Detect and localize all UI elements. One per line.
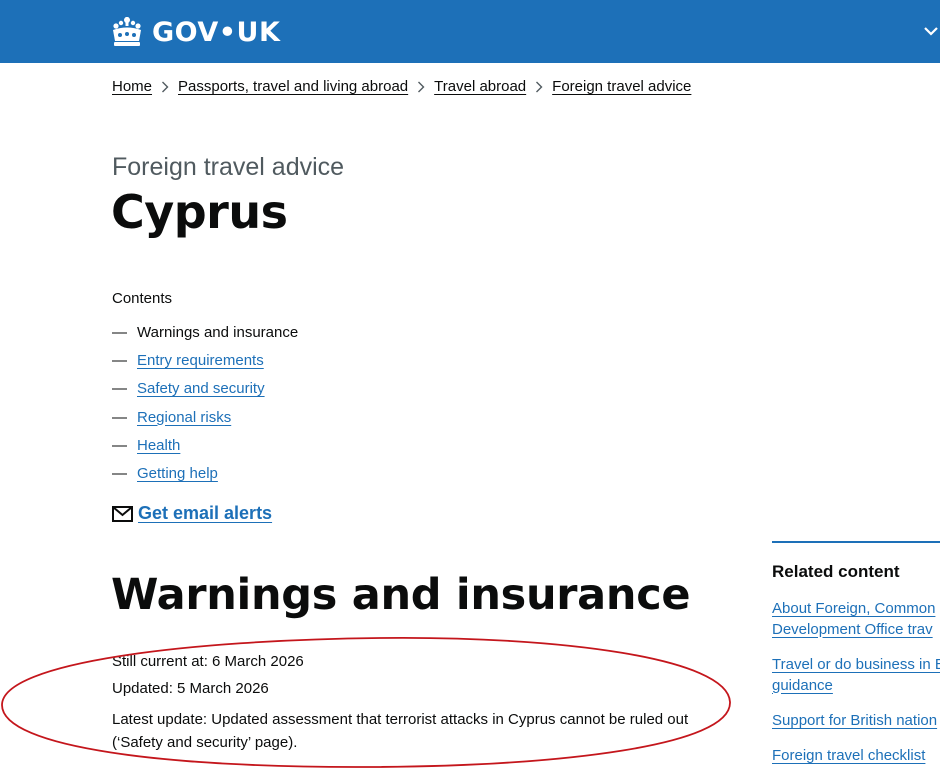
related-content-heading: Related content	[772, 562, 900, 581]
related-link-item: About Foreign, Common Development Office …	[772, 599, 940, 640]
related-content: Related content About Foreign, Common Dev…	[772, 541, 940, 764]
page-title: Cyprus	[111, 185, 288, 239]
dash-icon: —	[112, 465, 127, 483]
dash-icon: —	[112, 351, 127, 369]
mail-icon	[112, 505, 133, 522]
breadcrumb-home[interactable]: Home	[112, 78, 152, 95]
breadcrumb-travel-abroad[interactable]: Travel abroad	[434, 78, 526, 95]
contents-item-help: — Getting help	[112, 459, 298, 487]
dash-icon: —	[112, 436, 127, 454]
breadcrumb: Home Passports, travel and living abroad…	[112, 78, 691, 95]
contents-link-safety-and-security[interactable]: Safety and security	[137, 380, 265, 397]
related-link-foreign-travel-checklist[interactable]: Foreign travel checklist	[772, 747, 925, 764]
contents-list: — Warnings and insurance — Entry require…	[112, 318, 298, 488]
related-link-item: Support for British nation	[772, 711, 940, 732]
crown-icon	[113, 17, 141, 46]
annotation-ellipse	[1, 636, 731, 768]
contents-item-label: Warnings and insurance	[137, 323, 299, 341]
related-link-item: Travel or do business in Eguidance	[772, 655, 940, 696]
chevron-right-icon	[408, 80, 434, 94]
related-link-item: Foreign travel checklist	[772, 746, 940, 767]
get-email-alerts-link[interactable]: Get email alerts	[138, 503, 272, 524]
contents-item-regional: — Regional risks	[112, 403, 298, 431]
dash-icon: —	[112, 408, 127, 426]
contents-item-warnings: — Warnings and insurance	[112, 318, 298, 346]
related-link-about-fcdo[interactable]: About Foreign, Common Development Office …	[772, 600, 935, 638]
site-header: GOV•UK	[0, 0, 940, 63]
chevron-down-icon[interactable]	[922, 22, 940, 40]
contents-item-safety: — Safety and security	[112, 375, 298, 403]
contents-item-health: — Health	[112, 431, 298, 459]
contents-link-entry-requirements[interactable]: Entry requirements	[137, 352, 264, 369]
breadcrumb-foreign-travel-advice[interactable]: Foreign travel advice	[552, 78, 691, 95]
related-link-support-british-nationals[interactable]: Support for British nation	[772, 712, 937, 729]
contents-label: Contents	[112, 290, 173, 307]
dash-icon: —	[112, 323, 127, 341]
page-caption: Foreign travel advice	[112, 153, 345, 181]
logo-text: GOV•UK	[152, 16, 281, 48]
email-alerts: Get email alerts	[112, 503, 272, 524]
breadcrumb-passports[interactable]: Passports, travel and living abroad	[178, 78, 408, 95]
dash-icon: —	[112, 380, 127, 398]
contents-link-health[interactable]: Health	[137, 437, 180, 454]
contents-link-regional-risks[interactable]: Regional risks	[137, 409, 231, 426]
contents-link-getting-help[interactable]: Getting help	[137, 465, 218, 482]
chevron-right-icon	[526, 80, 552, 94]
chevron-right-icon	[152, 80, 178, 94]
contents-item-entry: — Entry requirements	[112, 346, 298, 374]
related-link-travel-business[interactable]: Travel or do business in Eguidance	[772, 656, 940, 694]
govuk-logo-link[interactable]: GOV•UK	[110, 14, 280, 50]
section-heading: Warnings and insurance	[111, 570, 691, 620]
